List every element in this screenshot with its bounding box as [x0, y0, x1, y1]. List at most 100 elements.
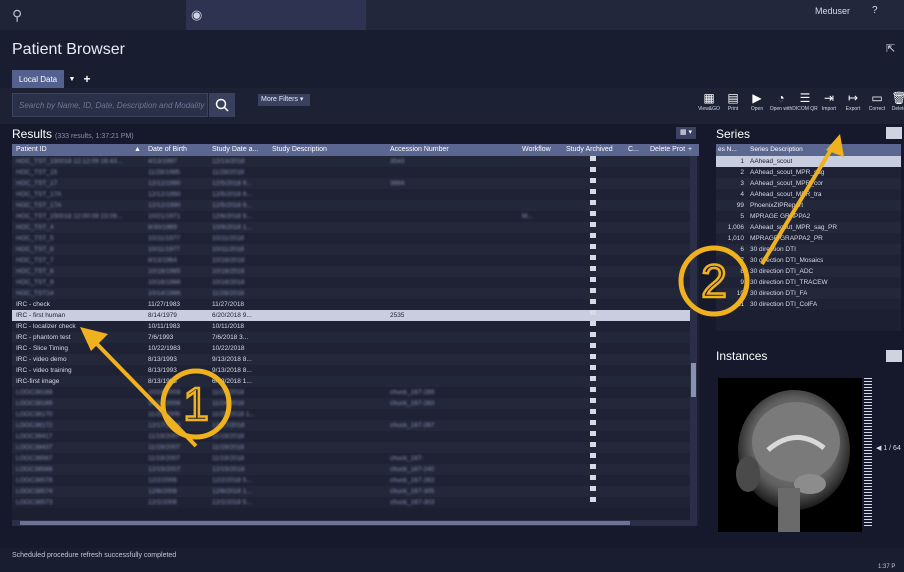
patient-browser-icon[interactable]: ⚲ [12, 7, 22, 24]
delete-button[interactable]: 🗑Delete [886, 89, 904, 123]
search-field[interactable] [12, 93, 208, 117]
add-tab-button[interactable]: + [80, 70, 94, 89]
table-row[interactable]: LOOC38573 12/2/2006 12/2/2018 5... chuck_16… [12, 497, 690, 508]
results-col-study-description[interactable]: Study Description [272, 144, 327, 156]
table-row[interactable]: IRC-first image 8/13/1993 6/13/2018 1... [12, 376, 690, 387]
search-tab[interactable] [186, 0, 366, 30]
table-row[interactable]: HOC_TST_17A 12/12/1990 12/5/2018 9... [12, 189, 690, 200]
sort-ascending-icon[interactable]: ▲ [134, 144, 141, 156]
top-bar: ⚲ ◉ Meduser ? [0, 0, 904, 30]
series-row[interactable]: 1 AAhead_scout [716, 156, 901, 167]
table-row[interactable]: IRC - Slice Timing 10/22/1983 10/22/2018 [12, 343, 690, 354]
table-row[interactable]: IRC - localizer check 10/11/1983 10/11/201… [12, 321, 690, 332]
series-description: AAhead_scout [750, 158, 793, 165]
table-row[interactable]: LOOC38172 12/17/2006 12/17/2018 chuck_167-2… [12, 420, 690, 431]
search-button[interactable] [209, 93, 235, 117]
results-col-accession-number[interactable]: Accession Number [390, 144, 449, 156]
import-button[interactable]: ⇥ Import [816, 89, 842, 123]
table-row[interactable]: HOC_TST_4 8/30/1969 10/9/2018 1... [12, 222, 690, 233]
series-row[interactable]: 2 AAhead_scout_MPR_sag [716, 167, 901, 178]
table-row[interactable]: LOOC38568 12/15/2007 12/15/2018 chuck_167-2… [12, 464, 690, 475]
results-col-c[interactable]: C... [628, 144, 639, 156]
results-title: Results [12, 127, 53, 141]
series-row[interactable]: 6 30 direction DTI [716, 244, 901, 255]
series-row[interactable]: 1,010 MPRAGE GRAPPA2_PR [716, 233, 901, 244]
series-col-number[interactable]: es N... [718, 144, 737, 156]
series-row[interactable]: 4 AAhead_scout_MPR_tra [716, 189, 901, 200]
table-row[interactable]: LOOC38170 11/29/2006 11/29/2018 1... [12, 409, 690, 420]
export-button[interactable]: ↦ Export [840, 89, 866, 123]
series-row[interactable]: 99 PhoenixZIPReport [716, 200, 901, 211]
table-row[interactable]: HOC_TST_5 10/11/1977 10/11/2018 [12, 233, 690, 244]
open-button[interactable]: ▶ Open [744, 89, 770, 123]
series-row[interactable]: 8 30 direction DTI_ADC [716, 266, 901, 277]
table-row[interactable]: HOC_TST_8 10/16/1985 10/16/2018 [12, 266, 690, 277]
series-row[interactable]: 5 MPRAGE GRAPPA2 [716, 211, 901, 222]
table-row[interactable]: HOC_TST_6 10/11/1977 10/11/2018 [12, 244, 690, 255]
series-description: AAhead_scout_MPR_cor [750, 180, 823, 187]
table-row[interactable]: LOOC38578 12/2/2006 12/2/2018 5... chuck_16… [12, 475, 690, 486]
table-row[interactable]: HOC_TST_150018 12:12:09 16:43... 4/13/199… [12, 156, 690, 167]
cell-id: LOOC38168 [16, 389, 53, 396]
print-button[interactable]: ▤ Print [720, 89, 746, 123]
tab-local-data[interactable]: Local Data [12, 70, 64, 89]
table-row[interactable]: HOC_TST14 10/14/1986 11/28/2018 [12, 288, 690, 299]
search-input[interactable] [13, 94, 207, 116]
results-col-delete-prot[interactable]: Delete Prot [650, 144, 685, 156]
add-column-icon[interactable]: + [688, 144, 692, 156]
results-col-study-archived[interactable]: Study Archived [566, 144, 613, 156]
table-row[interactable]: HOC_TST_17 12/12/1990 12/5/2018 9... 3884 [12, 178, 690, 189]
results-col-patient-id[interactable]: Patient ID [16, 144, 47, 156]
table-row[interactable]: HOC_TST_17A 12/12/1990 12/5/2018 9... [12, 200, 690, 211]
expand-icon[interactable]: ⇱ [886, 42, 895, 55]
results-scroll-thumb[interactable] [691, 363, 696, 397]
results-col-date-of-birth[interactable]: Date of Birth [148, 144, 187, 156]
grid-options-button[interactable]: ▦ ▾ [676, 127, 696, 139]
table-row[interactable]: LOOC38168 10/24/2008 11/24/2018 chuck_167-2… [12, 387, 690, 398]
view-go-button[interactable]: ▦ View&GO [696, 89, 722, 123]
table-row[interactable]: IRC - check 11/27/1983 11/27/2018 [12, 299, 690, 310]
table-row[interactable]: IRC - video demo 8/13/1993 9/13/2018 8... [12, 354, 690, 365]
table-row[interactable]: LOOC38437 11/19/2007 11/19/2018 [12, 442, 690, 453]
archived-folder-icon [590, 310, 596, 315]
tab-dropdown-icon[interactable]: ▼ [66, 71, 78, 88]
table-row[interactable]: HOC_TST_7 8/13/1964 10/16/2018 [12, 255, 690, 266]
table-row[interactable]: HOC_TST_150018 12:00:09 23:09... 10/21/19… [12, 211, 690, 222]
series-row[interactable]: 3 AAhead_scout_MPR_cor [716, 178, 901, 189]
table-row[interactable]: LOOC38169 10/24/2008 11/24/2018 chuck_167-2… [12, 398, 690, 409]
username[interactable]: Meduser [815, 6, 850, 16]
help-icon[interactable]: ? [872, 5, 878, 16]
table-row[interactable]: HOC_TST_9 10/16/1986 10/16/2018 [12, 277, 690, 288]
series-row[interactable]: 9 30 direction DTI_TRACEW [716, 277, 901, 288]
dicom-qr-button[interactable]: ☰ DICOM QR [792, 89, 818, 123]
series-col-description[interactable]: Series Description [750, 144, 803, 156]
table-row[interactable]: LOOC38567 11/19/2007 11/19/2018 chuck_167- [12, 453, 690, 464]
home-tab[interactable] [0, 0, 186, 30]
results-col-workflow[interactable]: Workflow [522, 144, 551, 156]
series-row[interactable]: 1,006 AAhead_scout_MPR_sag_PR [716, 222, 901, 233]
table-row[interactable]: HOC_TST_15 11/28/1985 11/28/2018 [12, 167, 690, 178]
series-view-button[interactable] [886, 127, 902, 139]
table-row[interactable]: IRC - phantom test 7/6/1993 7/6/2018 3... [12, 332, 690, 343]
cell-acc: chuck_167- [390, 455, 424, 462]
record-icon[interactable]: ◉ [191, 7, 202, 23]
instance-slider[interactable] [864, 378, 872, 528]
table-row[interactable]: LOOC38574 12/8/2006 12/8/2018 1... chuck_16… [12, 486, 690, 497]
instances-view-button[interactable] [886, 350, 902, 362]
open-with-button[interactable]: ◔ Open with [768, 89, 794, 123]
cell-sd: 12/15/2018 [212, 466, 245, 473]
results-vertical-scrollbar[interactable] [690, 156, 697, 526]
mri-thumbnail[interactable] [718, 378, 862, 532]
results-col-study-date-a[interactable]: Study Date a... [212, 144, 258, 156]
series-row[interactable]: 7 30 direction DTI_Mosaics [716, 255, 901, 266]
table-row[interactable]: IRC - video training 8/13/1993 9/13/2018 8… [12, 365, 690, 376]
open-icon: ▶ [752, 91, 762, 105]
results-horizontal-thumb[interactable] [20, 521, 630, 525]
print-icon: ▤ [727, 91, 739, 105]
table-row[interactable]: LOOC38417 11/19/2007 11/19/2018 [12, 431, 690, 442]
cell-id: IRC - localizer check [16, 323, 76, 330]
series-row[interactable]: 11 30 direction DTI_ColFA [716, 299, 901, 310]
table-row[interactable]: IRC - first human 8/14/1979 6/20/2018 9...… [12, 310, 690, 321]
more-filters-button[interactable]: More Filters ▾ [258, 94, 310, 106]
series-row[interactable]: 10 30 direction DTI_FA [716, 288, 901, 299]
